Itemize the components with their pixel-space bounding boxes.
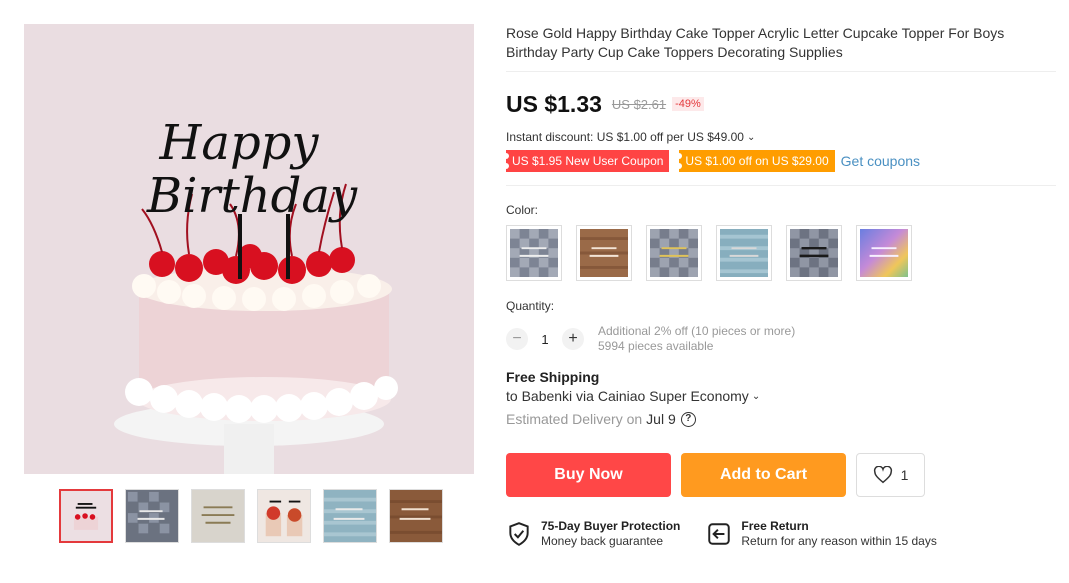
store-coupon[interactable]: US $1.00 off on US $29.00 xyxy=(676,150,835,172)
color-swatch-1[interactable] xyxy=(506,225,562,281)
shield-check-icon xyxy=(509,521,529,546)
quantity-label: Quantity: xyxy=(506,299,555,313)
delivery-label: Estimated Delivery on xyxy=(506,411,643,427)
delivery-date: Jul 9 xyxy=(646,411,676,427)
discount-badge: -49% xyxy=(672,97,704,111)
product-info: Rose Gold Happy Birthday Cake Topper Acr… xyxy=(502,24,1056,548)
color-swatch-5[interactable] xyxy=(786,225,842,281)
product-title: Rose Gold Happy Birthday Cake Topper Acr… xyxy=(506,25,1005,60)
action-buttons: Buy Now Add to Cart 1 xyxy=(506,453,1056,497)
heart-icon xyxy=(873,466,892,484)
get-coupons-link[interactable]: Get coupons xyxy=(841,153,920,169)
thumbnail-1[interactable] xyxy=(59,489,113,543)
quantity-note: Additional 2% off (10 pieces or more) 59… xyxy=(598,324,795,354)
quantity-value[interactable]: 1 xyxy=(528,332,562,347)
protection-subtitle: Money back guarantee xyxy=(541,534,664,548)
stock-available: 5994 pieces available xyxy=(598,339,714,353)
topper-text-birthday: Birthday xyxy=(146,168,358,224)
quantity-decrease-button[interactable]: − xyxy=(506,328,528,350)
new-user-coupon[interactable]: US $1.95 New User Coupon xyxy=(502,150,670,172)
color-swatch-6[interactable] xyxy=(856,225,912,281)
instant-discount[interactable]: Instant discount: US $1.00 off per US $4… xyxy=(506,130,1056,144)
add-to-cart-button[interactable]: Add to Cart xyxy=(681,453,846,497)
thumbnail-6[interactable] xyxy=(389,489,443,543)
estimated-delivery: Estimated Delivery on Jul 9 ? xyxy=(506,411,1056,427)
original-price: US $2.61 xyxy=(611,96,667,112)
thumbnail-2[interactable] xyxy=(125,489,179,543)
buy-now-button[interactable]: Buy Now xyxy=(506,453,671,497)
main-product-image[interactable]: Happy Birthday xyxy=(24,24,474,474)
thumbnail-3[interactable] xyxy=(191,489,245,543)
thumbnail-4[interactable] xyxy=(257,489,311,543)
wishlist-count: 1 xyxy=(900,467,909,483)
color-swatch-3[interactable] xyxy=(646,225,702,281)
instant-discount-text: Instant discount: US $1.00 off per US $4… xyxy=(506,130,744,144)
return-title: Free Return xyxy=(741,519,809,533)
thumbnail-5[interactable] xyxy=(323,489,377,543)
help-icon[interactable]: ? xyxy=(680,411,696,427)
shipping-title: Free Shipping xyxy=(506,369,600,385)
free-return[interactable]: Free Return Return for any reason within… xyxy=(706,519,937,548)
current-price: US $1.33 xyxy=(506,90,602,117)
thumbnail-strip xyxy=(59,489,443,543)
guarantees: 75-Day Buyer Protection Money back guara… xyxy=(506,519,1056,548)
return-subtitle: Return for any reason within 15 days xyxy=(741,534,937,548)
chevron-down-icon: ⌄ xyxy=(746,131,756,143)
bulk-discount-note: Additional 2% off (10 pieces or more) xyxy=(598,324,796,338)
color-swatch-2[interactable] xyxy=(576,225,632,281)
price-row: US $1.33 US $2.61 -49% xyxy=(506,90,1056,118)
wishlist-button[interactable]: 1 xyxy=(856,453,925,497)
shipping-method[interactable]: to Babenki via Cainiao Super Economy ⌄ xyxy=(506,388,1056,404)
return-icon xyxy=(708,522,731,545)
protection-title: 75-Day Buyer Protection xyxy=(541,519,681,533)
color-swatches xyxy=(506,225,1056,281)
shipping-destination: to Babenki via Cainiao Super Economy xyxy=(506,388,749,404)
divider xyxy=(506,185,1056,186)
chevron-down-icon: ⌄ xyxy=(751,390,761,402)
divider xyxy=(506,71,1056,72)
color-swatch-4[interactable] xyxy=(716,225,772,281)
color-label: Color: xyxy=(506,203,539,217)
buyer-protection[interactable]: 75-Day Buyer Protection Money back guara… xyxy=(506,519,680,548)
topper-text-happy: Happy xyxy=(158,115,319,171)
quantity-stepper: − 1 + Additional 2% off (10 pieces or mo… xyxy=(506,324,1056,354)
coupon-row: US $1.95 New User Coupon US $1.00 off on… xyxy=(502,150,1056,172)
quantity-increase-button[interactable]: + xyxy=(562,328,584,350)
